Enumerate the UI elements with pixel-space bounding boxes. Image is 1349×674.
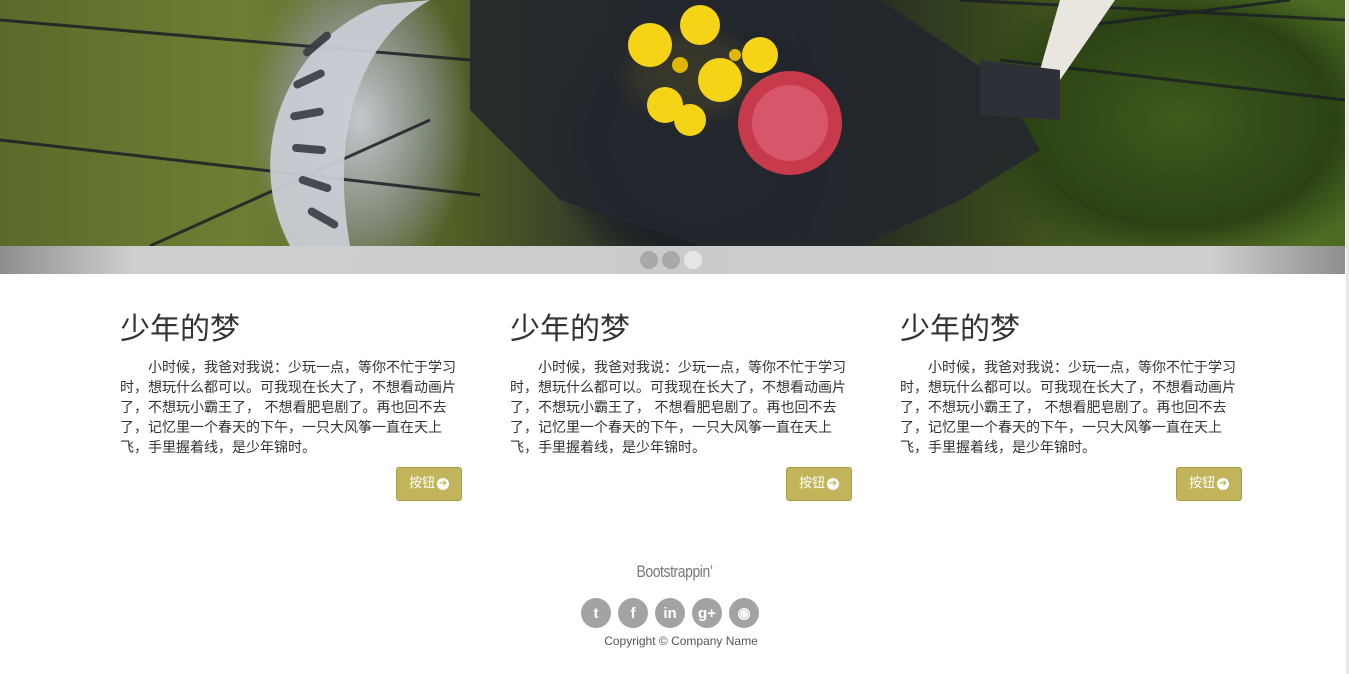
column-title: 少年的梦: [120, 312, 240, 347]
facebook-icon[interactable]: f: [618, 598, 648, 628]
column-action-button[interactable]: 按钮 ➜: [1176, 467, 1242, 501]
google-plus-icon[interactable]: g+: [692, 598, 722, 628]
twitter-icon[interactable]: t: [581, 598, 611, 628]
column-action-button[interactable]: 按钮 ➜: [396, 467, 462, 501]
button-label: 按钮: [798, 476, 825, 491]
github-icon[interactable]: ◉: [729, 598, 759, 628]
column-body: 小时候，我爸对我说：少玩一点，等你不忙于学习时，想玩什么都可以。可我现在长大了，…: [120, 360, 456, 456]
copyright-text: Copyright © Company Name: [604, 634, 758, 648]
column-title: 少年的梦: [510, 312, 630, 347]
social-links: t f in g+ ◉: [581, 598, 759, 628]
column-title: 少年的梦: [900, 312, 1020, 347]
carousel-indicator-bar: [0, 246, 1345, 274]
footer-brand-logo[interactable]: Bootstrappin’: [121, 562, 1227, 582]
column-action-button[interactable]: 按钮 ➜: [786, 467, 852, 501]
carousel-indicator-2[interactable]: [662, 251, 680, 269]
button-label: 按钮: [408, 476, 435, 491]
carousel-indicator-3[interactable]: [684, 251, 702, 269]
column-body: 小时候，我爸对我说：少玩一点，等你不忙于学习时，想玩什么都可以。可我现在长大了，…: [900, 360, 1236, 456]
arrow-right-circle-icon: ➜: [437, 478, 449, 490]
carousel-indicator-1[interactable]: [640, 251, 658, 269]
arrow-right-circle-icon: ➜: [827, 478, 839, 490]
arrow-right-circle-icon: ➜: [1217, 478, 1229, 490]
bike-disc-brake-photo: [0, 0, 1345, 246]
carousel-slide-image: [0, 0, 1345, 246]
feature-column-2: 少年的梦 小时候，我爸对我说：少玩一点，等你不忙于学习时，想玩什么都可以。可我现…: [510, 306, 852, 501]
carousel-indicators: [640, 251, 702, 269]
column-body: 小时候，我爸对我说：少玩一点，等你不忙于学习时，想玩什么都可以。可我现在长大了，…: [510, 360, 846, 456]
feature-column-3: 少年的梦 小时候，我爸对我说：少玩一点，等你不忙于学习时，想玩什么都可以。可我现…: [900, 306, 1242, 501]
feature-column-1: 少年的梦 小时候，我爸对我说：少玩一点，等你不忙于学习时，想玩什么都可以。可我现…: [120, 306, 462, 501]
button-label: 按钮: [1188, 476, 1215, 491]
linkedin-icon[interactable]: in: [655, 598, 685, 628]
